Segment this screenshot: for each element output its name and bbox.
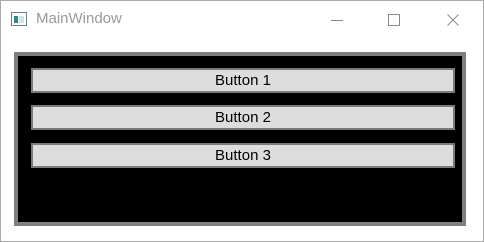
minimize-button[interactable] <box>314 1 360 39</box>
app-icon <box>11 12 27 26</box>
button-2[interactable]: Button 2 <box>31 105 455 130</box>
close-button[interactable] <box>430 1 476 39</box>
title-bar[interactable]: MainWindow <box>1 1 483 39</box>
content-panel: Button 1 Button 2 Button 3 <box>14 52 466 226</box>
maximize-icon <box>388 14 400 26</box>
maximize-button[interactable] <box>371 1 417 39</box>
close-icon <box>447 14 459 26</box>
button-3[interactable]: Button 3 <box>31 143 455 168</box>
main-window: MainWindow Button 1 Button 2 Button 3 <box>0 0 484 242</box>
button-1[interactable]: Button 1 <box>31 68 455 93</box>
window-title: MainWindow <box>36 10 122 27</box>
minimize-icon <box>331 20 343 21</box>
